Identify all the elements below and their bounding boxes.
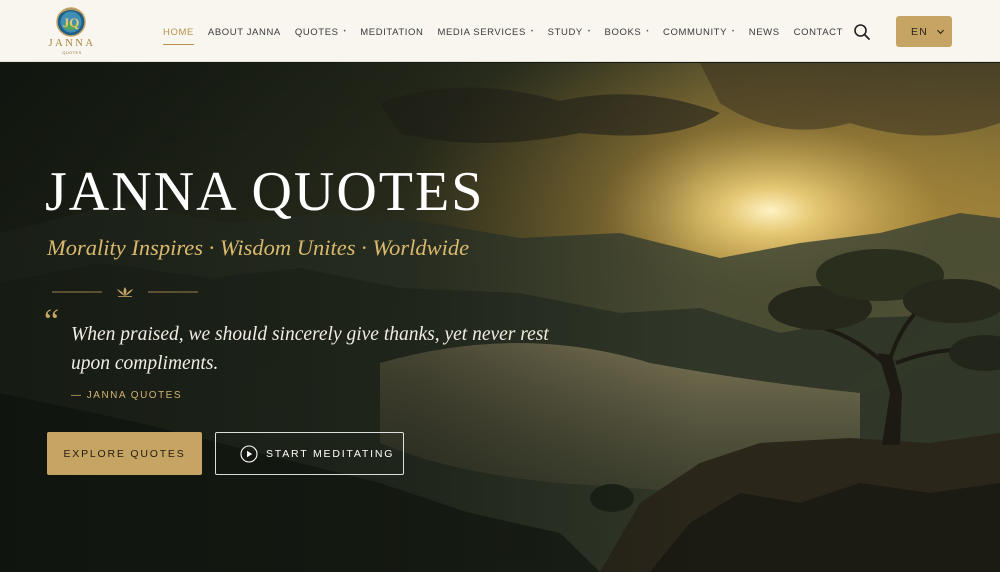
nav-item-meditation[interactable]: MEDITATION (360, 24, 423, 40)
nav-item-about-janna[interactable]: ABOUT JANNA (208, 24, 281, 40)
nav-item-label: QUOTES (294, 26, 339, 38)
quote-author: — JANNA QUOTES (71, 390, 183, 401)
quote-mark: “ (44, 303, 60, 340)
nav-item-news[interactable]: NEWS (749, 24, 780, 40)
hero-section: JANNA QUOTES Morality Inspires · Wisdom … (0, 63, 1000, 572)
hero-tagline: Morality Inspires · Wisdom Unites · Worl… (47, 235, 470, 260)
site-logo[interactable]: JQ JANNA QUOTES (44, 6, 100, 58)
logo-wordmark: JANNA (48, 38, 96, 49)
nav-item-community[interactable]: COMMUNITY • (663, 24, 735, 40)
search-icon[interactable] (852, 22, 872, 42)
nav-item-contact[interactable]: CONTACT (794, 24, 843, 40)
start-meditating-button[interactable]: START MEDITATING (215, 432, 404, 475)
dropdown-dot-icon: • (343, 29, 347, 35)
explore-quotes-label: EXPLORE QUOTES (63, 447, 186, 460)
lotus-divider-icon (52, 287, 198, 297)
hero-title: JANNA QUOTES (45, 161, 485, 223)
nav-item-quotes[interactable]: QUOTES • (295, 24, 346, 40)
nav-item-label: NEWS (748, 26, 780, 38)
nav-item-label: CONTACT (793, 26, 844, 38)
dropdown-dot-icon: • (732, 29, 735, 35)
hero-overlay (0, 63, 1000, 572)
logo-subtitle: QUOTES (44, 50, 100, 55)
explore-quotes-button[interactable]: EXPLORE QUOTES (47, 432, 202, 475)
nav-item-label: BOOKS (604, 26, 642, 38)
nav-item-label: COMMUNITY (663, 26, 728, 38)
nav-item-study[interactable]: STUDY • (548, 24, 591, 40)
dropdown-dot-icon: • (587, 29, 591, 35)
dropdown-dot-icon: • (646, 29, 650, 35)
nav-item-label: HOME (163, 26, 194, 38)
logo-emblem-icon: JQ (56, 7, 86, 37)
chevron-down-icon (936, 29, 945, 35)
nav-item-label: MEDIA SERVICES (437, 26, 526, 38)
nav-item-label: STUDY (547, 26, 583, 38)
svg-text:JQ: JQ (63, 15, 80, 30)
nav-item-media-services[interactable]: MEDIA SERVICES • (437, 24, 533, 40)
play-circle-icon (240, 444, 258, 463)
language-label: EN (911, 25, 929, 38)
nav-item-label: ABOUT JANNA (207, 26, 281, 38)
dropdown-dot-icon: • (530, 29, 534, 35)
main-navigation: HOME ABOUT JANNA QUOTES • MEDITATION MEDIA SE… (163, 24, 857, 45)
language-selector[interactable]: EN (896, 16, 952, 47)
nav-item-label: MEDITATION (360, 26, 424, 38)
nav-item-books[interactable]: BOOKS • (605, 24, 650, 40)
start-meditating-label: START MEDITATING (266, 447, 395, 460)
logo-subword: QUOTES (62, 50, 82, 55)
featured-quote: When praised, we should sincerely give t… (71, 324, 549, 374)
nav-item-home[interactable]: HOME (163, 24, 194, 45)
site-header: JQ JANNA QUOTES HOME ABOUT JANNA QUOTES • ME… (0, 0, 1000, 62)
